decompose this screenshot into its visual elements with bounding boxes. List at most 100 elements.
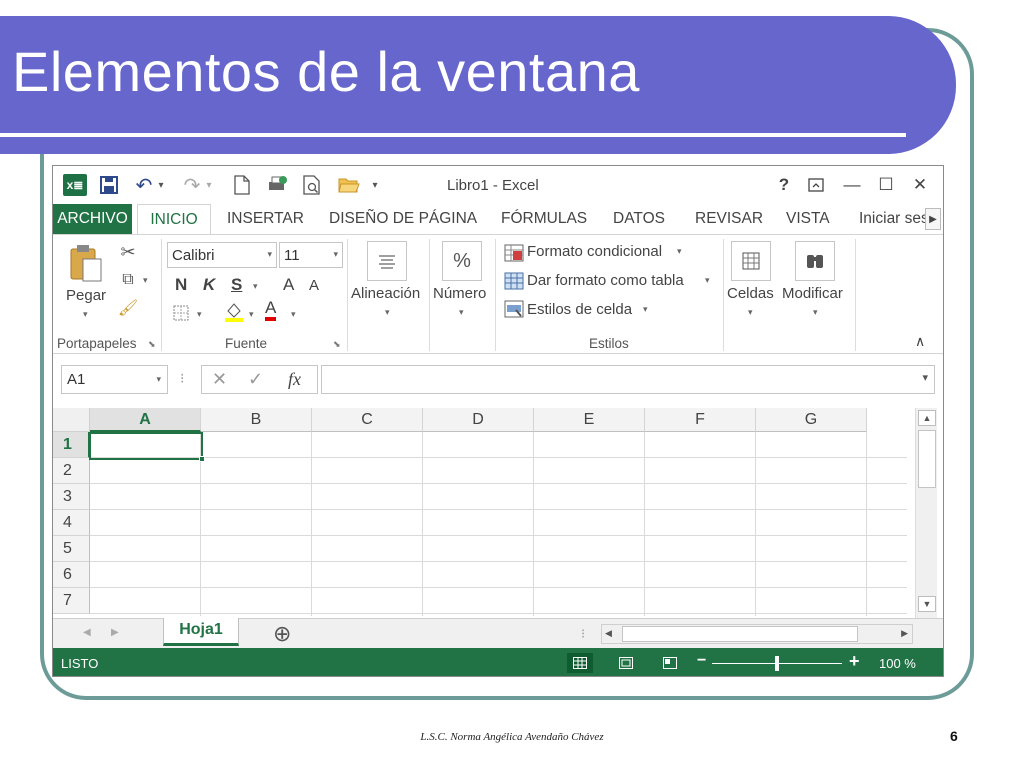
- name-box[interactable]: A1 ▾: [61, 365, 168, 394]
- copy-icon[interactable]: ⧉: [117, 269, 139, 291]
- font-size-combobox[interactable]: 11 ▾: [279, 242, 343, 268]
- add-sheet-icon[interactable]: ⊕: [273, 621, 291, 647]
- font-size-dropdown-icon[interactable]: ▾: [333, 249, 338, 260]
- column-header-c[interactable]: C: [312, 408, 423, 432]
- binoculars-icon[interactable]: [795, 241, 835, 281]
- cell-styles-dropdown-icon[interactable]: ▾: [643, 304, 648, 315]
- minimize-icon[interactable]: —: [837, 172, 867, 198]
- collapse-ribbon-icon[interactable]: ∧: [915, 333, 925, 350]
- scroll-right-icon[interactable]: ▶: [901, 628, 908, 639]
- modify-dropdown-icon[interactable]: ▾: [813, 307, 818, 318]
- fill-color-icon[interactable]: [223, 301, 245, 323]
- paste-dropdown-icon[interactable]: ▾: [83, 309, 88, 320]
- quick-print-icon[interactable]: [265, 174, 289, 196]
- row-header-5[interactable]: 5: [53, 536, 90, 562]
- column-header-f[interactable]: F: [645, 408, 756, 432]
- format-painter-icon[interactable]: 🖌: [117, 297, 139, 319]
- tab-revisar[interactable]: REVISAR: [695, 204, 763, 234]
- increase-font-size-button[interactable]: A: [283, 275, 294, 295]
- undo-icon[interactable]: ↶: [133, 174, 155, 197]
- next-sheet-icon[interactable]: ▶: [111, 627, 119, 638]
- tab-inicio[interactable]: INICIO: [137, 204, 211, 235]
- font-name-combobox[interactable]: Calibri ▾: [167, 242, 277, 268]
- clipboard-launcher-icon[interactable]: ⬊: [148, 339, 156, 350]
- row-header-3[interactable]: 3: [53, 484, 90, 510]
- formula-input[interactable]: ▾: [321, 365, 935, 394]
- modify-button[interactable]: Modificar: [782, 285, 843, 302]
- conditional-format-dropdown-icon[interactable]: ▾: [677, 246, 682, 257]
- underline-dropdown-icon[interactable]: ▾: [253, 281, 258, 292]
- row-header-4[interactable]: 4: [53, 510, 90, 536]
- help-icon[interactable]: ?: [769, 172, 799, 198]
- format-as-table-icon[interactable]: [503, 271, 525, 291]
- fill-handle[interactable]: [199, 456, 205, 462]
- zoom-in-button[interactable]: +: [849, 651, 860, 672]
- column-header-g[interactable]: G: [756, 408, 867, 432]
- row-header-6[interactable]: 6: [53, 562, 90, 588]
- horizontal-scroll-thumb[interactable]: [622, 626, 858, 642]
- decrease-font-size-button[interactable]: A: [309, 277, 319, 294]
- paste-icon[interactable]: [67, 243, 105, 283]
- font-color-button[interactable]: A: [265, 299, 277, 321]
- number-button[interactable]: Número: [433, 285, 486, 302]
- borders-icon[interactable]: [171, 303, 191, 323]
- font-name-dropdown-icon[interactable]: ▾: [267, 249, 272, 260]
- new-document-icon[interactable]: [231, 174, 253, 196]
- conditional-format-button[interactable]: Formato condicional: [527, 243, 662, 260]
- scroll-up-icon[interactable]: ▲: [918, 410, 936, 426]
- tab-scroll-right-icon[interactable]: ▶: [925, 208, 941, 230]
- tab-archivo[interactable]: ARCHIVO: [53, 204, 132, 234]
- bold-button[interactable]: N: [175, 275, 187, 295]
- select-all-corner[interactable]: [53, 408, 90, 432]
- undo-dropdown-icon[interactable]: ▾: [155, 174, 167, 196]
- row-header-1[interactable]: 1: [53, 432, 90, 458]
- number-format-icon[interactable]: %: [442, 241, 482, 281]
- row-header-2[interactable]: 2: [53, 458, 90, 484]
- format-as-table-dropdown-icon[interactable]: ▾: [705, 275, 710, 286]
- borders-dropdown-icon[interactable]: ▾: [197, 309, 202, 320]
- scroll-down-icon[interactable]: ▼: [918, 596, 936, 612]
- cancel-icon[interactable]: ✕: [212, 369, 227, 390]
- page-layout-view-icon[interactable]: [613, 653, 639, 673]
- print-preview-icon[interactable]: [301, 174, 323, 196]
- format-as-table-button[interactable]: Dar formato como tabla: [527, 272, 684, 289]
- ribbon-display-options-icon[interactable]: [801, 172, 831, 198]
- enter-icon[interactable]: ✓: [248, 369, 263, 390]
- spreadsheet-grid[interactable]: ABCDEFG 1234567: [53, 408, 915, 616]
- sheet-tab-hoja1[interactable]: Hoja1: [163, 618, 239, 646]
- vertical-scrollbar[interactable]: ▲ ▼: [915, 408, 937, 618]
- alignment-dropdown-icon[interactable]: ▾: [385, 307, 390, 318]
- cells-dropdown-icon[interactable]: ▾: [748, 307, 753, 318]
- tab-datos[interactable]: DATOS: [613, 204, 665, 234]
- cell-styles-icon[interactable]: [503, 299, 525, 319]
- zoom-level[interactable]: 100 %: [879, 656, 916, 671]
- cell-styles-button[interactable]: Estilos de celda: [527, 301, 632, 318]
- tab-insertar[interactable]: INSERTAR: [227, 204, 304, 234]
- font-color-dropdown-icon[interactable]: ▾: [291, 309, 296, 320]
- row-header-7[interactable]: 7: [53, 588, 90, 614]
- prev-sheet-icon[interactable]: ◀: [83, 627, 91, 638]
- scroll-left-icon[interactable]: ◀: [605, 628, 612, 639]
- column-header-b[interactable]: B: [201, 408, 312, 432]
- font-launcher-icon[interactable]: ⬊: [333, 339, 341, 350]
- normal-view-icon[interactable]: [567, 653, 593, 673]
- tab-vista[interactable]: VISTA: [786, 204, 830, 234]
- save-icon[interactable]: [97, 174, 121, 196]
- vertical-scroll-thumb[interactable]: [918, 430, 936, 488]
- page-break-view-icon[interactable]: [657, 653, 683, 673]
- tab-split-grip-icon[interactable]: ⁝: [581, 626, 585, 642]
- zoom-slider-thumb[interactable]: [775, 656, 779, 671]
- fill-color-dropdown-icon[interactable]: ▾: [249, 309, 254, 320]
- italic-button[interactable]: K: [203, 275, 215, 295]
- copy-dropdown-icon[interactable]: ▾: [143, 275, 148, 286]
- number-dropdown-icon[interactable]: ▾: [459, 307, 464, 318]
- sign-in-link[interactable]: Iniciar ses: [859, 204, 925, 234]
- close-icon[interactable]: ✕: [905, 172, 935, 198]
- cells-button[interactable]: Celdas: [727, 285, 774, 302]
- alignment-button[interactable]: Alineación: [351, 285, 420, 302]
- name-box-dropdown-icon[interactable]: ▾: [156, 366, 161, 393]
- column-header-a[interactable]: A: [90, 408, 201, 432]
- zoom-out-button[interactable]: −: [697, 652, 706, 670]
- open-folder-icon[interactable]: [337, 174, 361, 196]
- underline-button[interactable]: S: [231, 275, 242, 295]
